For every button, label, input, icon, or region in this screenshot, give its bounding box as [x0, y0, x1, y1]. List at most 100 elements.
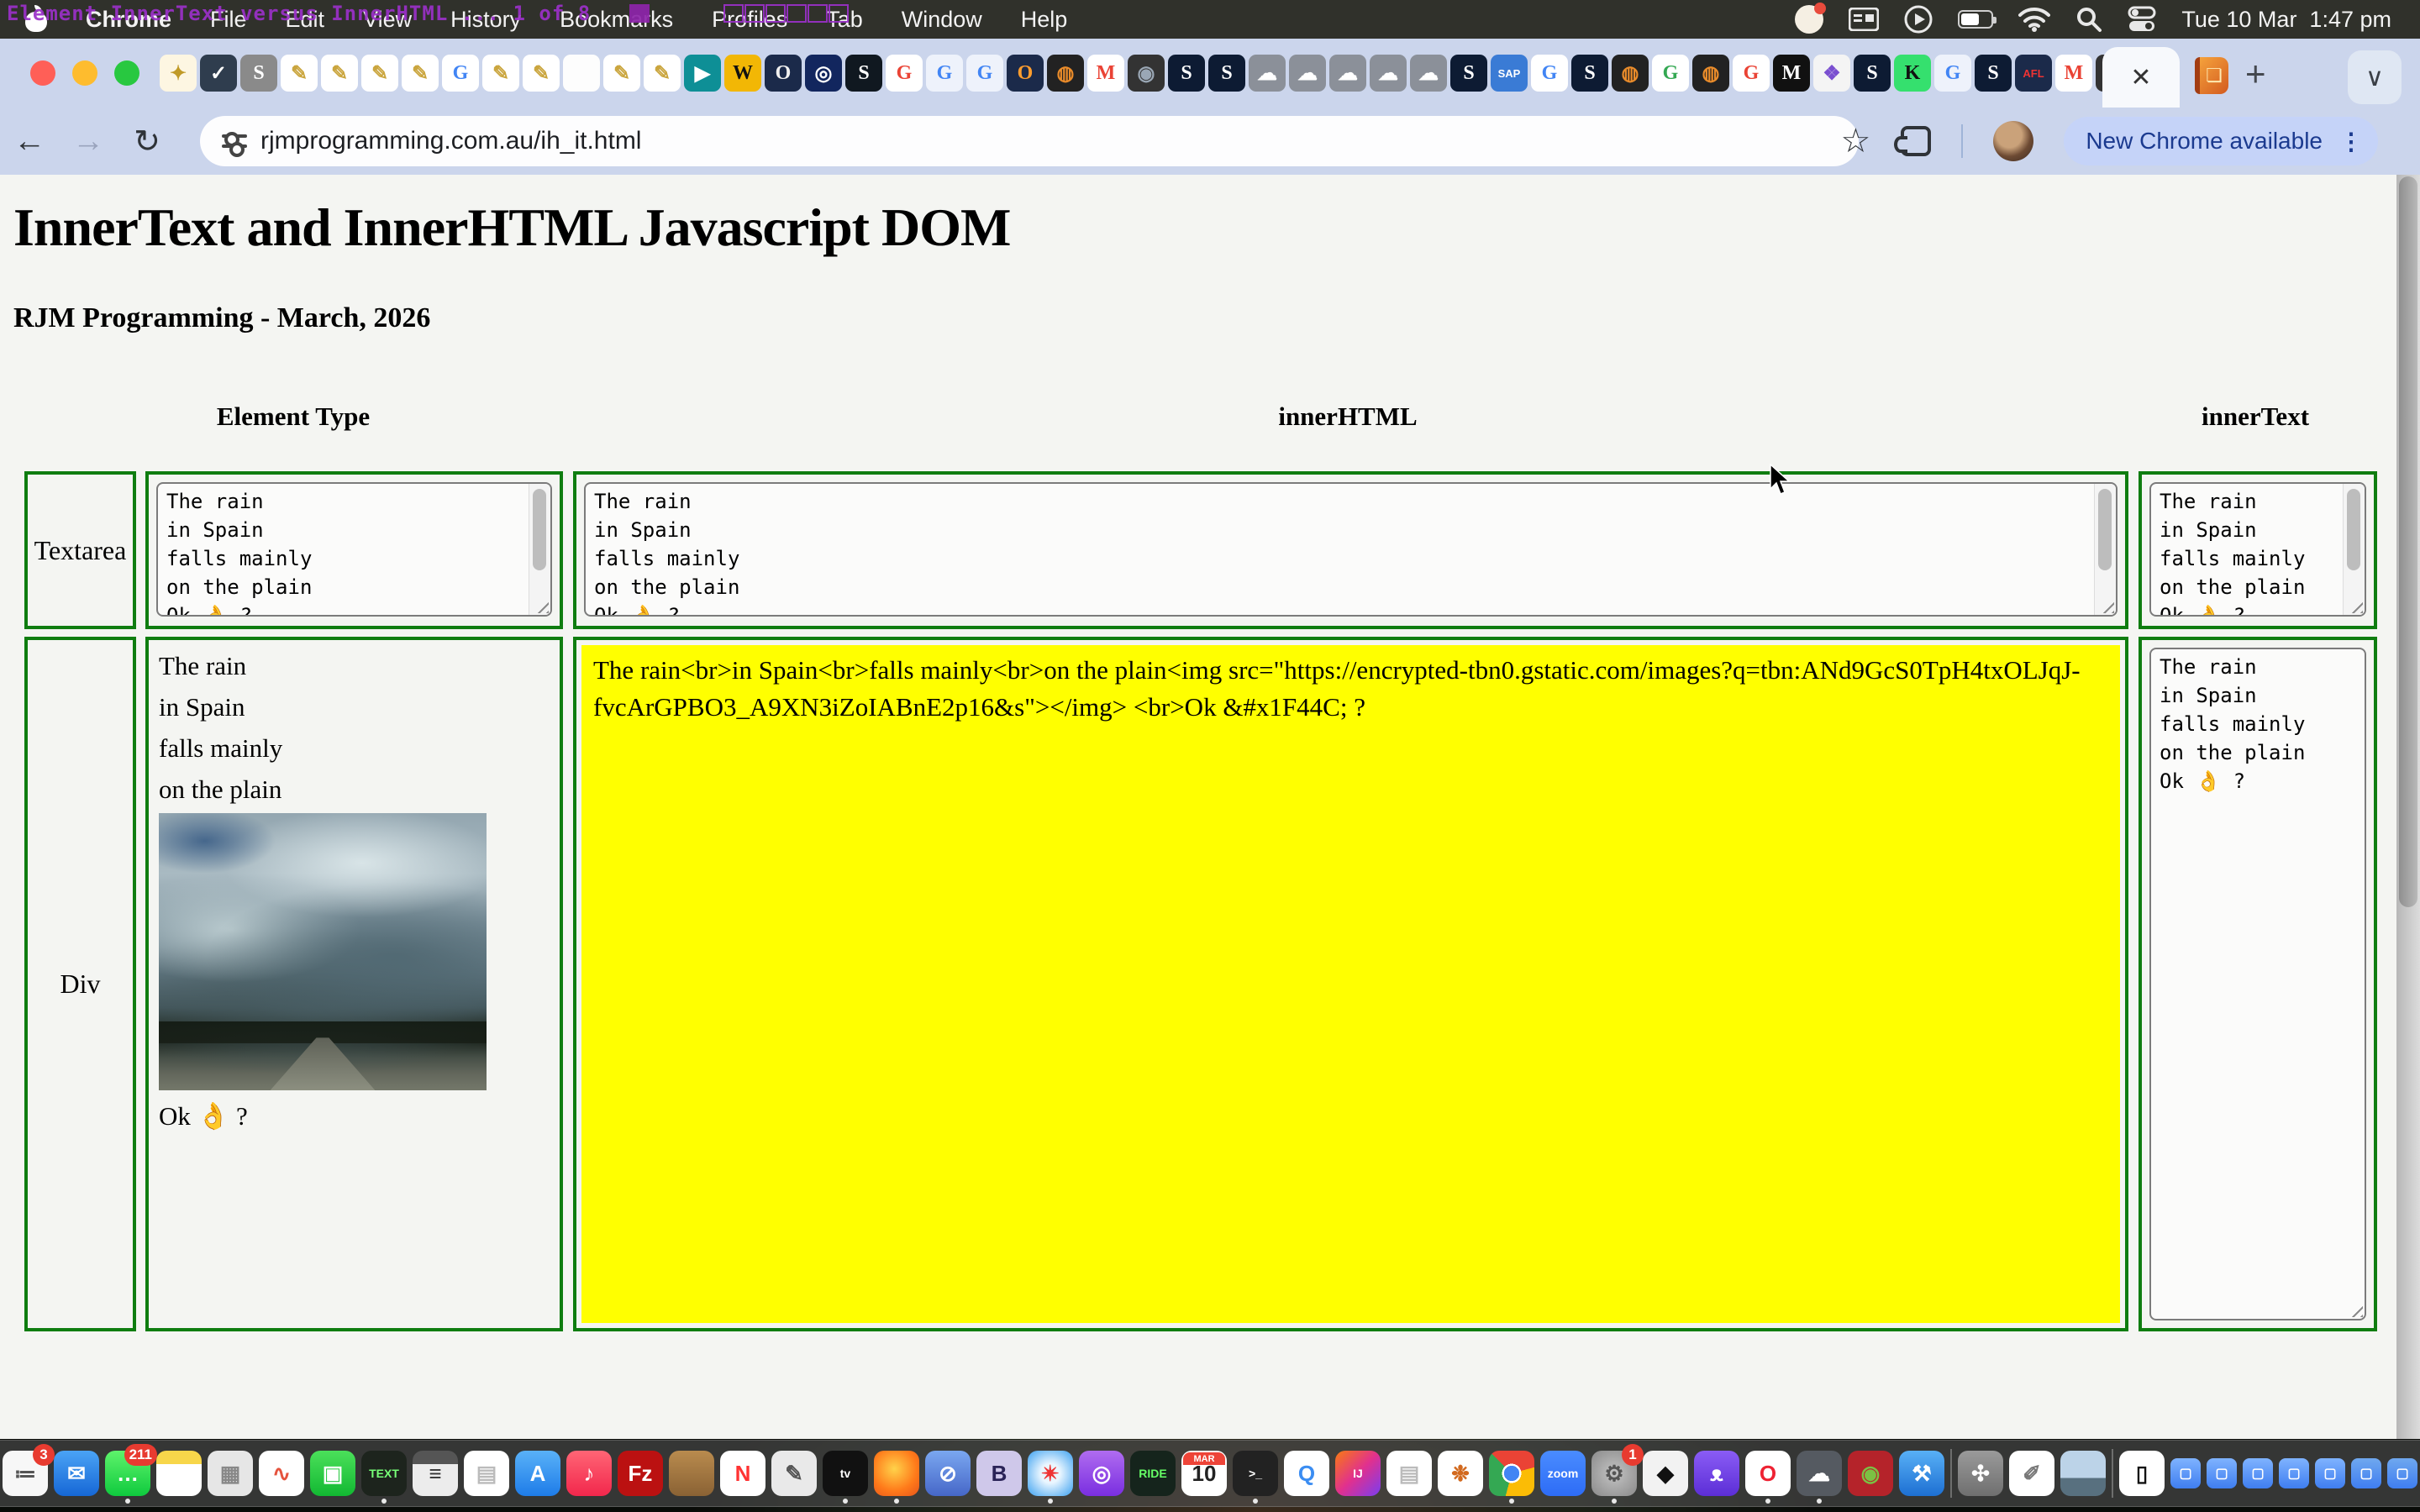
- dock-launchpad[interactable]: ▦: [208, 1451, 253, 1496]
- source-textarea[interactable]: The rain in Spain falls mainly on the pl…: [156, 482, 552, 617]
- close-tab-icon[interactable]: ✕: [2130, 63, 2151, 92]
- dock-zoom[interactable]: zoom: [1540, 1451, 1586, 1496]
- dock-news[interactable]: N: [720, 1451, 765, 1496]
- menu-bar-clock[interactable]: Tue 10 Mar 1:47 pm: [2181, 7, 2391, 33]
- dock-appletv[interactable]: tv: [823, 1451, 868, 1496]
- pinned-tab-47[interactable]: AFL: [2015, 55, 2052, 92]
- pinned-tab-24[interactable]: M: [1087, 55, 1124, 92]
- address-bar[interactable]: rjmprogramming.com.au/ih_it.html: [200, 116, 1859, 166]
- textarea-scrollbar[interactable]: [2094, 484, 2116, 615]
- resize-grip-icon[interactable]: [2346, 1300, 2363, 1317]
- dock-min-window-5[interactable]: ▢: [2315, 1458, 2345, 1488]
- textarea-scrollbar[interactable]: [2343, 484, 2365, 615]
- pinned-tab-22[interactable]: O: [1007, 55, 1044, 92]
- dock-cat-app[interactable]: ᴥ: [1694, 1451, 1739, 1496]
- keyboard-status-icon[interactable]: [1849, 8, 1879, 31]
- wifi-icon[interactable]: [2018, 7, 2050, 32]
- pinned-tab-39[interactable]: ◍: [1692, 55, 1729, 92]
- pinned-tab-1[interactable]: ✦: [160, 55, 197, 92]
- bookmark-star-icon[interactable]: ☆: [1840, 122, 1870, 160]
- pinned-tab-36[interactable]: S: [1571, 55, 1608, 92]
- pinned-tab-4[interactable]: ✎: [281, 55, 318, 92]
- tab-book-favicon[interactable]: ❏: [2195, 57, 2228, 94]
- profile-avatar[interactable]: [1993, 121, 2033, 161]
- pinned-tab-17[interactable]: ◎: [805, 55, 842, 92]
- pinned-tab-32[interactable]: ☁: [1410, 55, 1447, 92]
- pinned-tab-23[interactable]: ◍: [1047, 55, 1084, 92]
- back-button[interactable]: ←: [0, 123, 59, 160]
- pinned-tab-29[interactable]: ☁: [1289, 55, 1326, 92]
- dock-opera[interactable]: O: [1745, 1451, 1791, 1496]
- dock-terminal-dark[interactable]: TEXT: [361, 1451, 407, 1496]
- pinned-tab-15[interactable]: W: [724, 55, 761, 92]
- dock-min-window-1[interactable]: ▢: [2170, 1458, 2201, 1488]
- page-scrollbar-thumb[interactable]: [2399, 176, 2417, 907]
- maximize-window-button[interactable]: [114, 60, 139, 86]
- pinned-tab-37[interactable]: ◍: [1612, 55, 1649, 92]
- dock-music[interactable]: ♪: [566, 1451, 612, 1496]
- textarea-scrollbar[interactable]: [529, 484, 550, 615]
- dock-firefox[interactable]: [874, 1451, 919, 1496]
- dock-reminders[interactable]: ≔3: [3, 1451, 48, 1496]
- dock-grapher[interactable]: ∿: [259, 1451, 304, 1496]
- dock-mail[interactable]: ✉: [54, 1451, 99, 1496]
- dock-podcasts[interactable]: ◎: [1079, 1451, 1124, 1496]
- dock-appstore[interactable]: A: [515, 1451, 560, 1496]
- dock-min-window-6[interactable]: ▢: [2351, 1458, 2381, 1488]
- dock-intellij[interactable]: IJ: [1335, 1451, 1381, 1496]
- dock-filezilla[interactable]: Fz: [618, 1451, 663, 1496]
- pinned-tab-26[interactable]: S: [1168, 55, 1205, 92]
- pinned-tab-3[interactable]: S: [240, 55, 277, 92]
- pinned-tab-46[interactable]: S: [1975, 55, 2012, 92]
- close-window-button[interactable]: [30, 60, 55, 86]
- dock-code-dark[interactable]: RIDE: [1130, 1451, 1176, 1496]
- update-chrome-button[interactable]: New Chrome available ⋮: [2064, 117, 2378, 165]
- dock-chrome[interactable]: [1489, 1451, 1534, 1496]
- pinned-tab-28[interactable]: ☁: [1249, 55, 1286, 92]
- pinned-tab-8[interactable]: G: [442, 55, 479, 92]
- pinned-tab-19[interactable]: G: [886, 55, 923, 92]
- pinned-tab-27[interactable]: S: [1208, 55, 1245, 92]
- notification-app-icon[interactable]: [1795, 5, 1823, 34]
- new-tab-button[interactable]: +: [2245, 57, 2266, 91]
- dock-photo[interactable]: [2060, 1451, 2106, 1496]
- extensions-icon[interactable]: [1901, 126, 1931, 156]
- dock-terminal[interactable]: >_: [1233, 1451, 1278, 1496]
- dock-document[interactable]: ▯: [2119, 1451, 2165, 1496]
- pinned-tab-9[interactable]: ✎: [482, 55, 519, 92]
- pinned-tab-31[interactable]: ☁: [1370, 55, 1407, 92]
- pinned-tab-5[interactable]: ✎: [321, 55, 358, 92]
- pinned-tab-34[interactable]: SAP: [1491, 55, 1528, 92]
- dock-stickies[interactable]: ✐: [2009, 1451, 2054, 1496]
- menu-item-help[interactable]: Help: [1021, 7, 1068, 33]
- pinned-tab-33[interactable]: S: [1450, 55, 1487, 92]
- site-settings-icon[interactable]: [222, 129, 247, 154]
- dock-messages[interactable]: …211: [105, 1451, 150, 1496]
- pinned-tab-25[interactable]: ◉: [1128, 55, 1165, 92]
- dock-xcode[interactable]: ⚒: [1899, 1451, 1944, 1496]
- dock-notes[interactable]: [156, 1451, 202, 1496]
- dock-settings[interactable]: ⚙1: [1591, 1451, 1637, 1496]
- div-innertext-textarea[interactable]: The rain in Spain falls mainly on the pl…: [2149, 648, 2366, 1320]
- pinned-tab-42[interactable]: ❖: [1813, 55, 1850, 92]
- pinned-tab-7[interactable]: ✎: [402, 55, 439, 92]
- pinned-tab-40[interactable]: G: [1733, 55, 1770, 92]
- dock-calendar[interactable]: 10MAR: [1181, 1451, 1227, 1496]
- dock-mastodon[interactable]: ☁: [1797, 1451, 1842, 1496]
- dock-inkscape[interactable]: ◆: [1643, 1451, 1688, 1496]
- dock-pixelmator[interactable]: ❉: [1438, 1451, 1483, 1496]
- pinned-tab-44[interactable]: K: [1894, 55, 1931, 92]
- pinned-tab-11[interactable]: [563, 55, 600, 92]
- innertext-textarea[interactable]: The rain in Spain falls mainly on the pl…: [2149, 482, 2366, 617]
- forward-button[interactable]: →: [59, 123, 118, 160]
- dock-calculator[interactable]: ≡: [413, 1451, 458, 1496]
- dock-facetime[interactable]: ▣: [310, 1451, 355, 1496]
- dock-textedit2[interactable]: ▤: [1386, 1451, 1432, 1496]
- dock-safari[interactable]: ✴: [1028, 1451, 1073, 1496]
- dock-quicktime[interactable]: Q: [1284, 1451, 1329, 1496]
- play-status-icon[interactable]: [1904, 5, 1933, 34]
- dock-accessibility[interactable]: ✣: [1958, 1451, 2003, 1496]
- pinned-tab-16[interactable]: O: [765, 55, 802, 92]
- active-tab[interactable]: ✕: [2102, 47, 2180, 108]
- menu-item-window[interactable]: Window: [902, 7, 982, 33]
